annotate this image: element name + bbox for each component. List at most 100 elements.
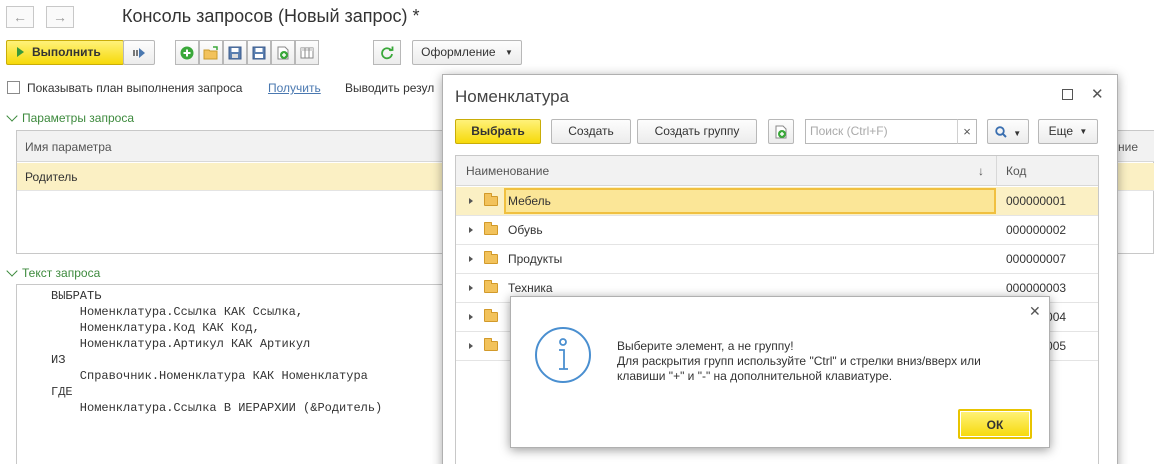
open-folder-icon: [203, 45, 218, 59]
row-name: Продукты: [508, 252, 563, 266]
query-line: ВЫБРАТЬ: [51, 289, 102, 303]
query-section-header[interactable]: Текст запроса: [6, 265, 101, 280]
create-group-button[interactable]: Создать группу: [637, 119, 757, 144]
sort-desc-icon: ↓: [978, 164, 984, 178]
folder-icon: [484, 338, 498, 351]
execute-button[interactable]: Выполнить: [6, 40, 124, 65]
play-step-icon: [133, 48, 145, 58]
row-name: Мебель: [508, 194, 551, 208]
params-col-value: ние: [1118, 140, 1139, 154]
info-icon: [535, 327, 591, 383]
format-dropdown[interactable]: Оформление ▼: [412, 40, 522, 65]
col-code-header[interactable]: Код: [996, 156, 1098, 186]
create-label: Создать: [568, 124, 614, 138]
dropdown-arrow-icon: ▼: [1013, 129, 1022, 138]
show-plan-label: Показывать план выполнения запроса: [27, 81, 243, 95]
query-line: Номенклатура.Ссылка КАК Ссылка,: [51, 305, 304, 319]
search-input[interactable]: Поиск (Ctrl+F): [805, 119, 977, 144]
query-line: ГДЕ: [51, 385, 73, 399]
message-line: клавиши "+" и "-" на дополнительной клав…: [617, 369, 893, 383]
add-document-icon: [277, 46, 289, 59]
get-link[interactable]: Получить: [268, 81, 321, 95]
execute-options-button[interactable]: [123, 40, 155, 65]
forward-arrow-icon: →: [53, 9, 67, 25]
expand-icon[interactable]: [469, 314, 473, 320]
query-line: ИЗ: [51, 353, 66, 367]
selected-cell: [504, 188, 996, 214]
table-row[interactable]: Мебель 000000001: [456, 187, 1098, 216]
close-icon[interactable]: ✕: [1029, 303, 1041, 320]
close-icon[interactable]: ✕: [1091, 85, 1104, 103]
message-box: ✕ Выберите элемент, а не группу! Для рас…: [510, 296, 1050, 448]
dropdown-arrow-icon: ▼: [1079, 127, 1088, 136]
folder-icon: [484, 251, 498, 264]
row-code: 000000003: [1006, 281, 1067, 295]
chevron-down-icon: [6, 265, 18, 277]
create-group-label: Создать группу: [654, 124, 740, 138]
back-arrow-icon: ←: [13, 9, 27, 25]
maximize-icon[interactable]: [1062, 89, 1073, 100]
ok-button[interactable]: ОК: [958, 409, 1032, 439]
execute-label: Выполнить: [32, 45, 101, 59]
refresh-button[interactable]: [373, 40, 401, 65]
add-document-button[interactable]: [768, 119, 794, 144]
search-button[interactable]: ▼: [987, 119, 1029, 144]
ok-label: ОК: [986, 418, 1004, 432]
table-row[interactable]: Продукты 000000007: [456, 245, 1098, 274]
expand-icon[interactable]: [469, 285, 473, 291]
message-line: Для раскрытия групп используйте "Ctrl" и…: [617, 354, 981, 368]
query-section-label: Текст запроса: [22, 266, 101, 280]
expand-icon[interactable]: [469, 198, 473, 204]
save-as-button[interactable]: [247, 40, 271, 65]
row-code: 000000002: [1006, 223, 1067, 237]
row-code: 000000007: [1006, 252, 1067, 266]
table-icon: [300, 47, 314, 58]
row-code: 000000001: [1006, 194, 1067, 208]
expand-icon[interactable]: [469, 227, 473, 233]
format-label: Оформление: [421, 45, 496, 59]
params-col-name: Имя параметра: [25, 140, 112, 154]
show-plan-checkbox[interactable]: [7, 81, 20, 94]
add-circle-icon: [180, 46, 194, 59]
expand-icon[interactable]: [469, 256, 473, 262]
clear-search-button[interactable]: ×: [957, 119, 977, 144]
search-icon: [995, 126, 1007, 138]
more-button[interactable]: Еще ▼: [1038, 119, 1098, 144]
folder-icon: [484, 222, 498, 235]
query-editor[interactable]: ВЫБРАТЬ Номенклатура.Ссылка КАК Ссылка, …: [16, 284, 446, 464]
query-line: Номенклатура.Артикул КАК Артикул: [51, 337, 311, 351]
folder-icon: [484, 193, 498, 206]
create-button[interactable]: Создать: [551, 119, 631, 144]
forward-button[interactable]: →: [46, 6, 74, 28]
save-as-icon: [252, 46, 266, 59]
refresh-icon: [381, 46, 394, 59]
open-button[interactable]: [199, 40, 223, 65]
select-label: Выбрать: [471, 124, 525, 138]
expand-icon[interactable]: [469, 343, 473, 349]
message-line: Выберите элемент, а не группу!: [617, 339, 794, 353]
folder-icon: [484, 309, 498, 322]
table-row[interactable]: Обувь 000000002: [456, 216, 1098, 245]
back-button[interactable]: ←: [6, 6, 34, 28]
clear-icon: ×: [963, 124, 971, 139]
row-name: Обувь: [508, 223, 543, 237]
more-label: Еще: [1048, 124, 1074, 138]
play-icon: [17, 47, 24, 57]
col-name-label: Наименование: [466, 164, 550, 178]
params-section-header[interactable]: Параметры запроса: [6, 110, 134, 125]
dialog-title: Номенклатура: [455, 87, 570, 106]
dropdown-arrow-icon: ▼: [504, 48, 513, 57]
col-code-label: Код: [1006, 164, 1027, 178]
select-button[interactable]: Выбрать: [455, 119, 541, 144]
col-name-header[interactable]: Наименование ↓: [456, 156, 996, 186]
folder-icon: [484, 280, 498, 293]
add-document-button[interactable]: [271, 40, 295, 65]
message-text: Выберите элемент, а не группу! Для раскр…: [617, 339, 981, 384]
add-button[interactable]: [175, 40, 199, 65]
param-name: Родитель: [25, 170, 78, 184]
params-section-label: Параметры запроса: [22, 111, 134, 125]
save-button[interactable]: [223, 40, 247, 65]
table-button[interactable]: [295, 40, 319, 65]
query-text: ВЫБРАТЬ Номенклатура.Ссылка КАК Ссылка, …: [51, 288, 382, 416]
row-name: Техника: [508, 281, 553, 295]
